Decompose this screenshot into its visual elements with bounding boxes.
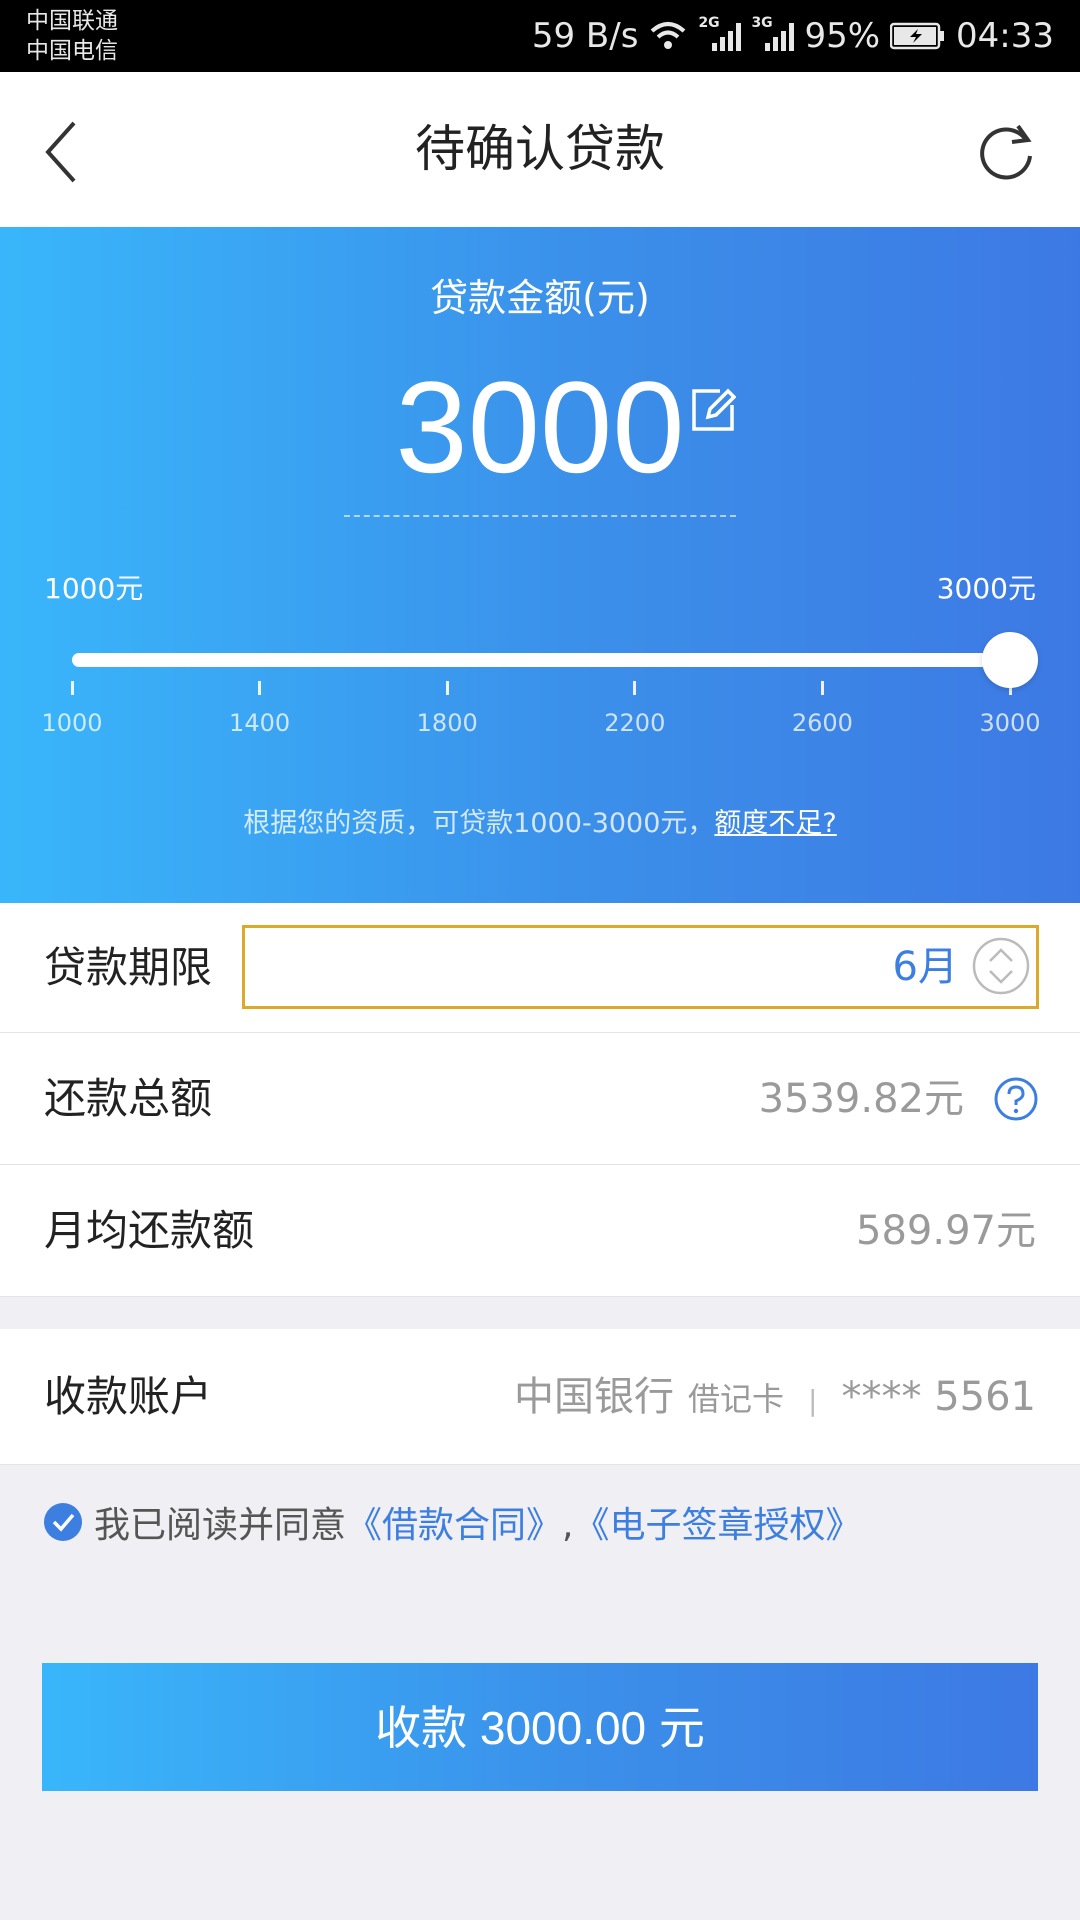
slider-tick <box>633 681 637 695</box>
amount-underline <box>344 515 736 517</box>
status-bar: 中国联通 中国电信 59 B/s 2G 3G 95% 04:33 <box>0 0 1080 72</box>
loan-term-select[interactable]: 6月 <box>242 925 1039 1009</box>
loan-term-label: 贷款期限 <box>44 943 213 992</box>
signal-3g-icon: 3G <box>751 15 795 51</box>
slider-tick-label: 1800 <box>416 709 478 737</box>
slider-tick-label: 1000 <box>41 709 103 737</box>
slider-tick <box>258 681 262 695</box>
slider-tick-label: 2200 <box>604 709 666 737</box>
total-repayment-label: 还款总额 <box>44 1074 213 1123</box>
clock: 04:33 <box>956 16 1054 56</box>
monthly-repayment-label: 月均还款额 <box>44 1206 255 1255</box>
bank-name: 中国银行 <box>514 1374 675 1420</box>
card-number: **** 5561 <box>841 1374 1036 1420</box>
e-signature-auth-link[interactable]: 《电子签章授权》 <box>573 1505 861 1546</box>
monthly-repayment-value: 589.97元 <box>856 1208 1036 1254</box>
network-speed: 59 B/s <box>531 16 639 56</box>
amount-label: 贷款金额(元) <box>430 276 650 320</box>
receive-loan-button[interactable]: 收款 3000.00 元 <box>42 1663 1038 1791</box>
carrier-2: 中国电信 <box>26 38 118 64</box>
battery-icon <box>890 22 946 50</box>
checkbox-checked-icon[interactable] <box>44 1503 82 1541</box>
agreement-comma: , <box>562 1505 574 1546</box>
monthly-repayment-row: 月均还款额 589.97元 <box>0 1165 1080 1297</box>
slider-tick-label: 2600 <box>791 709 853 737</box>
amount-slider-thumb[interactable] <box>982 632 1038 688</box>
limit-hint: 根据您的资质，可贷款1000-3000元，额度不足? <box>0 801 1080 840</box>
range-min-label: 1000元 <box>44 572 144 605</box>
carrier-1: 中国联通 <box>26 8 118 34</box>
limit-hint-text: 根据您的资质，可贷款1000-3000元， <box>243 808 715 839</box>
total-repayment-row: 还款总额 3539.82元 <box>0 1033 1080 1165</box>
up-down-icon[interactable] <box>972 937 1030 995</box>
slider-tick <box>70 681 74 695</box>
loan-term-value: 6月 <box>892 944 958 990</box>
amount-slider-track[interactable] <box>72 653 1010 667</box>
insufficient-limit-link[interactable]: 额度不足? <box>714 808 836 839</box>
signal-2g-icon: 2G <box>698 15 742 51</box>
slider-tick-label: 1400 <box>229 709 291 737</box>
total-repayment-value: 3539.82元 <box>758 1076 964 1122</box>
refresh-icon[interactable] <box>976 120 1038 182</box>
nav-bar: 待确认贷款 <box>0 72 1080 227</box>
help-icon[interactable] <box>994 1077 1038 1121</box>
edit-icon[interactable] <box>690 387 736 433</box>
loan-amount-panel: 贷款金额(元) 3000 1000元 3000元 1000 1400 1800 220… <box>0 227 1080 903</box>
page-title: 待确认贷款 <box>415 120 665 178</box>
loan-term-row: 贷款期限 6月 <box>0 903 1080 1033</box>
wifi-icon <box>648 21 688 51</box>
slider-tick <box>445 681 449 695</box>
range-max-label: 3000元 <box>936 572 1036 605</box>
receiving-account-row[interactable]: 收款账户 中国银行 借记卡 | **** 5561 <box>0 1329 1080 1465</box>
slider-tick-label: 3000 <box>979 709 1041 737</box>
account-separator: | <box>808 1384 818 1417</box>
battery-percent: 95% <box>804 16 881 56</box>
account-info: 中国银行 借记卡 | **** 5561 <box>514 1329 1036 1469</box>
slider-tick <box>820 681 824 695</box>
loan-contract-link[interactable]: 《借款合同》 <box>346 1505 562 1546</box>
receiving-account-label: 收款账户 <box>44 1372 213 1421</box>
agreement-line: 我已阅读并同意《借款合同》,《电子签章授权》 <box>44 1496 862 1548</box>
status-icons: 59 B/s 2G 3G 95% 04:33 <box>532 0 1054 72</box>
card-type: 借记卡 <box>688 1380 785 1418</box>
agreement-prefix: 我已阅读并同意 <box>94 1505 347 1546</box>
carrier-info: 中国联通 中国电信 <box>26 6 118 66</box>
loan-amount: 3000 <box>395 354 685 500</box>
